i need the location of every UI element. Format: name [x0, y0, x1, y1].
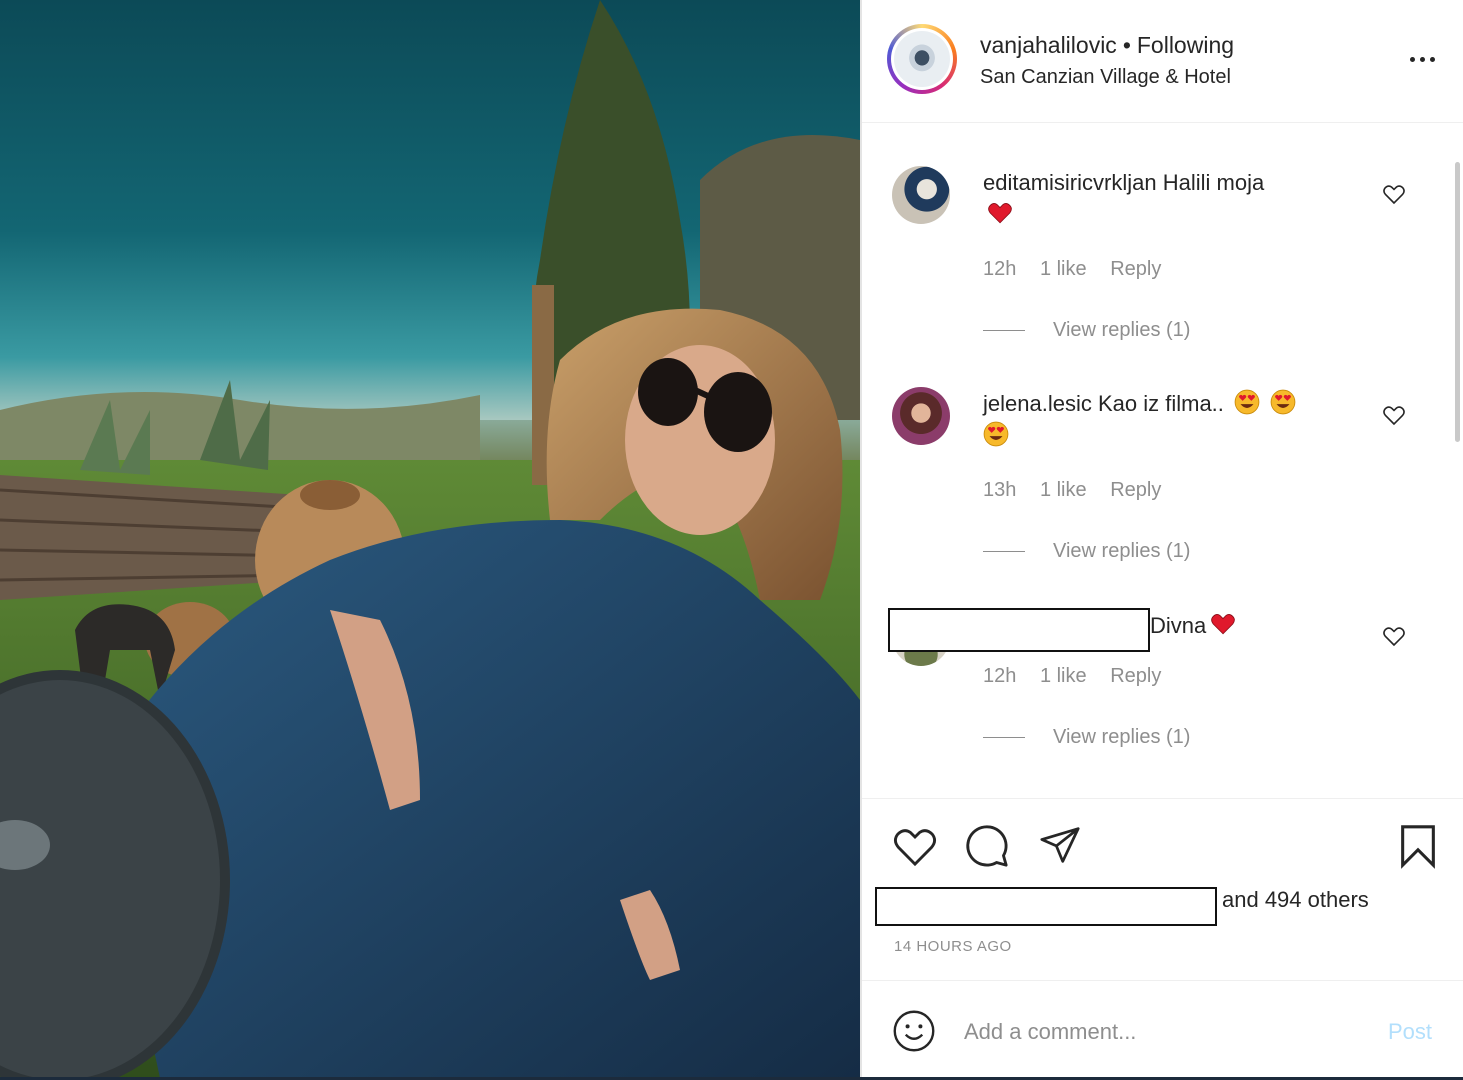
author-avatar[interactable] — [887, 24, 957, 94]
add-comment-bar: Post — [862, 980, 1463, 1079]
following-button[interactable]: Following — [1137, 32, 1234, 58]
comment-text: editamisiricvrkljan Halili moja — [983, 167, 1343, 231]
author-line: vanjahalilovic • Following — [980, 32, 1234, 59]
comment-time: 13h — [983, 479, 1017, 501]
eye-avatar-image — [894, 31, 950, 87]
heart-eyes-emoji-icon — [1270, 389, 1296, 415]
post-actions: and 494 others 14 HOURS AGO — [862, 798, 1463, 981]
separator-dot: • — [1122, 32, 1131, 58]
comment-time: 12h — [983, 258, 1017, 280]
redacted-liked-by-box — [875, 887, 1217, 926]
replies-line — [983, 551, 1025, 553]
reply-button[interactable]: Reply — [1110, 665, 1161, 687]
comment-text: Divna — [1150, 610, 1350, 642]
comment-meta: 12h 1 like Reply — [983, 665, 1179, 688]
comment-text: jelena.lesic Kao iz filma.. — [983, 388, 1343, 452]
comment-meta: 13h 1 like Reply — [983, 479, 1179, 502]
comment-icon[interactable] — [964, 823, 1010, 869]
post-photo-illustration — [0, 0, 860, 1078]
share-icon[interactable] — [1038, 825, 1082, 865]
comment-body: Kao iz filma.. — [1097, 391, 1224, 416]
more-options-icon[interactable] — [1410, 46, 1440, 72]
red-heart-emoji-icon — [988, 203, 1012, 224]
bookmark-icon[interactable] — [1398, 823, 1438, 869]
comment-username[interactable]: jelena.lesic — [983, 391, 1092, 416]
view-replies-label: View replies (1) — [1053, 540, 1191, 562]
view-replies-button[interactable]: View replies (1) — [983, 540, 1190, 563]
replies-line — [983, 330, 1025, 332]
view-replies-label: View replies (1) — [1053, 319, 1191, 341]
likes-count[interactable]: and 494 others — [1222, 887, 1369, 913]
redacted-username-box — [888, 608, 1150, 652]
post-photo[interactable] — [0, 0, 860, 1078]
post-comment-button[interactable]: Post — [1388, 1019, 1432, 1045]
reply-button[interactable]: Reply — [1110, 479, 1161, 501]
post-side-panel: vanjahalilovic • Following San Canzian Vil… — [862, 0, 1463, 1078]
comment-input[interactable] — [962, 1011, 1366, 1053]
view-replies-button[interactable]: View replies (1) — [983, 319, 1190, 342]
commenter-avatar[interactable] — [892, 387, 950, 445]
author-username[interactable]: vanjahalilovic — [980, 32, 1117, 58]
comment-time: 12h — [983, 665, 1017, 687]
comment-likes[interactable]: 1 like — [1040, 258, 1087, 280]
comment-likes[interactable]: 1 like — [1040, 479, 1087, 501]
post-location[interactable]: San Canzian Village & Hotel — [980, 66, 1231, 89]
view-replies-label: View replies (1) — [1053, 726, 1191, 748]
comment-body: Divna — [1150, 613, 1207, 638]
replies-line — [983, 737, 1025, 739]
comment-likes[interactable]: 1 like — [1040, 665, 1087, 687]
red-heart-emoji-icon — [1211, 614, 1236, 635]
reply-button[interactable]: Reply — [1110, 258, 1161, 280]
comment-like-heart-icon[interactable] — [1382, 183, 1406, 205]
heart-eyes-emoji-icon — [983, 421, 1009, 447]
post-header: vanjahalilovic • Following San Canzian Vil… — [862, 0, 1463, 123]
comment-username[interactable]: editamisiricvrkljan — [983, 170, 1157, 195]
emoji-picker-icon[interactable] — [892, 1009, 936, 1053]
comment-body: Halili moja — [1162, 170, 1265, 195]
commenter-avatar[interactable] — [892, 166, 950, 224]
comment-like-heart-icon[interactable] — [1382, 625, 1406, 647]
heart-eyes-emoji-icon — [1234, 389, 1260, 415]
comments-scrollbar[interactable] — [1455, 162, 1460, 442]
comment-meta: 12h 1 like Reply — [983, 258, 1179, 281]
post-timestamp[interactable]: 14 HOURS AGO — [894, 938, 1012, 955]
comment-like-heart-icon[interactable] — [1382, 404, 1406, 426]
like-heart-icon[interactable] — [892, 825, 938, 867]
view-replies-button[interactable]: View replies (1) — [983, 726, 1190, 749]
comments-list[interactable]: editamisiricvrkljan Halili moja 12h 1 li… — [862, 123, 1463, 798]
